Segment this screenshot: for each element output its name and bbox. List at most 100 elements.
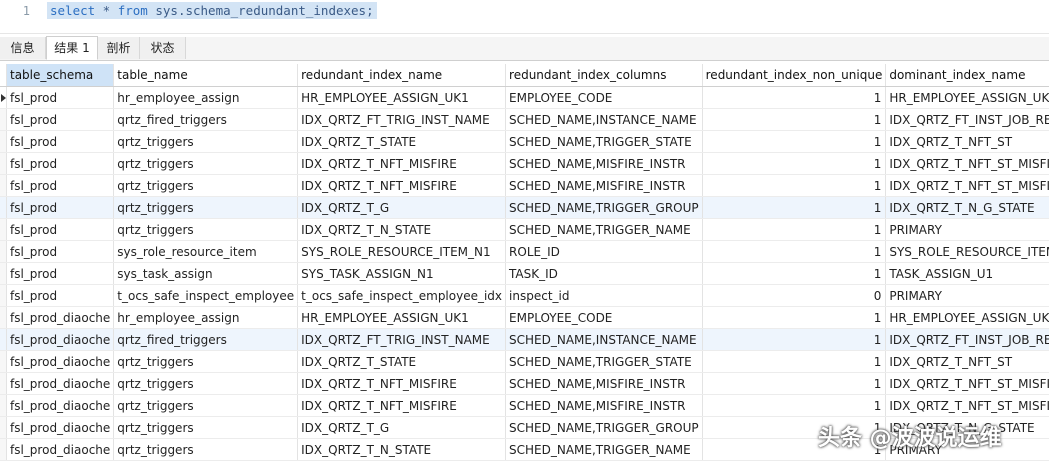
table-row[interactable]: fsl_prod qrtz_triggers IDX_QRTZ_T_NFT_MISF…	[0, 152, 1049, 175]
cell-redundant-index-columns[interactable]: ROLE_ID	[505, 240, 703, 263]
cell-redundant-index-non-unique[interactable]: 1	[702, 372, 887, 395]
cell-table-schema[interactable]: fsl_prod	[6, 108, 115, 131]
tab-result-1[interactable]: 结果 1	[46, 36, 98, 60]
cell-redundant-index-non-unique[interactable]: 1	[702, 262, 887, 285]
cell-redundant-index-non-unique[interactable]: 1	[702, 306, 887, 329]
cell-redundant-index-columns[interactable]: SCHED_NAME,TRIGGER_GROUP	[505, 196, 703, 219]
cell-redundant-index-non-unique[interactable]: 1	[702, 218, 887, 241]
cell-dominant-index-name[interactable]: IDX_QRTZ_FT_INST_JOB_REQ_RCVRY	[885, 328, 1049, 351]
cell-dominant-index-name[interactable]: HR_EMPLOYEE_ASSIGN_UK2	[885, 306, 1049, 329]
cell-table-name[interactable]: qrtz_triggers	[113, 196, 299, 219]
table-row[interactable]: fsl_prod_diaoche hr_employee_assign HR_EMP…	[0, 306, 1049, 329]
table-row[interactable]: fsl_prod sys_role_resource_item SYS_ROLE_R…	[0, 240, 1049, 263]
cell-redundant-index-columns[interactable]: SCHED_NAME,MISFIRE_INSTR	[505, 394, 703, 417]
table-row[interactable]: fsl_prod_diaoche qrtz_triggers IDX_QRTZ_T_…	[0, 350, 1049, 373]
cell-redundant-index-columns[interactable]: SCHED_NAME,TRIGGER_STATE	[505, 130, 703, 153]
cell-table-schema[interactable]: fsl_prod	[6, 152, 115, 175]
cell-redundant-index-columns[interactable]: SCHED_NAME,TRIGGER_NAME	[505, 218, 703, 241]
cell-table-name[interactable]: t_ocs_safe_inspect_employee	[113, 284, 299, 307]
cell-table-schema[interactable]: fsl_prod_diaoche	[6, 350, 115, 373]
cell-redundant-index-name[interactable]: IDX_QRTZ_T_NFT_MISFIRE	[297, 372, 507, 395]
cell-table-name[interactable]: qrtz_triggers	[113, 438, 299, 461]
cell-table-schema[interactable]: fsl_prod	[6, 240, 115, 263]
cell-table-schema[interactable]: fsl_prod	[6, 130, 115, 153]
cell-redundant-index-columns[interactable]: TASK_ID	[505, 262, 703, 285]
cell-redundant-index-name[interactable]: IDX_QRTZ_T_NFT_MISFIRE	[297, 394, 507, 417]
cell-redundant-index-non-unique[interactable]: 1	[702, 350, 887, 373]
cell-redundant-index-columns[interactable]: SCHED_NAME,TRIGGER_STATE	[505, 350, 703, 373]
column-header-table-schema[interactable]: table_schema	[6, 64, 115, 87]
column-header-redundant-index-non-unique[interactable]: redundant_index_non_unique	[702, 64, 887, 87]
cell-table-schema[interactable]: fsl_prod	[6, 174, 115, 197]
cell-table-name[interactable]: qrtz_fired_triggers	[113, 108, 299, 131]
cell-redundant-index-name[interactable]: HR_EMPLOYEE_ASSIGN_UK1	[297, 306, 507, 329]
tab-info[interactable]: 信息	[0, 37, 46, 59]
cell-table-schema[interactable]: fsl_prod_diaoche	[6, 416, 115, 439]
table-row[interactable]: fsl_prod qrtz_triggers IDX_QRTZ_T_NFT_MISF…	[0, 174, 1049, 197]
table-row[interactable]: fsl_prod hr_employee_assign HR_EMPLOYEE_AS…	[0, 86, 1049, 109]
cell-redundant-index-name[interactable]: IDX_QRTZ_T_N_STATE	[297, 438, 507, 461]
tab-status[interactable]: 状态	[140, 37, 186, 59]
cell-redundant-index-non-unique[interactable]: 1	[702, 328, 887, 351]
cell-redundant-index-name[interactable]: IDX_QRTZ_T_STATE	[297, 130, 507, 153]
cell-redundant-index-non-unique[interactable]: 1	[702, 86, 887, 109]
cell-redundant-index-columns[interactable]: SCHED_NAME,MISFIRE_INSTR	[505, 152, 703, 175]
cell-redundant-index-name[interactable]: IDX_QRTZ_T_NFT_MISFIRE	[297, 174, 507, 197]
cell-redundant-index-name[interactable]: t_ocs_safe_inspect_employee_idx	[297, 284, 507, 307]
cell-dominant-index-name[interactable]: IDX_QRTZ_T_NFT_ST_MISFIRE	[885, 372, 1049, 395]
cell-table-name[interactable]: qrtz_triggers	[113, 130, 299, 153]
cell-redundant-index-columns[interactable]: EMPLOYEE_CODE	[505, 306, 703, 329]
cell-table-schema[interactable]: fsl_prod_diaoche	[6, 394, 115, 417]
cell-table-schema[interactable]: fsl_prod	[6, 86, 115, 109]
cell-table-name[interactable]: sys_role_resource_item	[113, 240, 299, 263]
column-header-redundant-index-name[interactable]: redundant_index_name	[297, 64, 507, 87]
cell-redundant-index-non-unique[interactable]: 1	[702, 196, 887, 219]
tab-profile[interactable]: 剖析	[98, 37, 140, 59]
table-row[interactable]: fsl_prod qrtz_triggers IDX_QRTZ_T_N_STATE S…	[0, 218, 1049, 241]
cell-dominant-index-name[interactable]: PRIMARY	[885, 218, 1049, 241]
cell-redundant-index-columns[interactable]: SCHED_NAME,TRIGGER_NAME	[505, 438, 703, 461]
result-grid[interactable]: table_schema table_name redundant_index_na…	[0, 64, 1049, 467]
cell-redundant-index-name[interactable]: IDX_QRTZ_T_G	[297, 416, 507, 439]
cell-dominant-index-name[interactable]: IDX_QRTZ_T_NFT_ST_MISFIRE_GRP	[885, 394, 1049, 417]
cell-dominant-index-name[interactable]: IDX_QRTZ_T_N_G_STATE	[885, 196, 1049, 219]
table-row[interactable]: fsl_prod qrtz_triggers IDX_QRTZ_T_STATE SCH…	[0, 130, 1049, 153]
cell-table-schema[interactable]: fsl_prod_diaoche	[6, 306, 115, 329]
cell-redundant-index-name[interactable]: IDX_QRTZ_FT_TRIG_INST_NAME	[297, 108, 507, 131]
cell-table-name[interactable]: qrtz_triggers	[113, 350, 299, 373]
cell-dominant-index-name[interactable]: IDX_QRTZ_T_NFT_ST_MISFIRE	[885, 152, 1049, 175]
cell-table-schema[interactable]: fsl_prod	[6, 218, 115, 241]
cell-redundant-index-columns[interactable]: SCHED_NAME,INSTANCE_NAME	[505, 328, 703, 351]
cell-dominant-index-name[interactable]: PRIMARY	[885, 284, 1049, 307]
cell-redundant-index-name[interactable]: IDX_QRTZ_T_NFT_MISFIRE	[297, 152, 507, 175]
table-row[interactable]: fsl_prod qrtz_triggers IDX_QRTZ_T_G SCHED_N…	[0, 196, 1049, 219]
cell-redundant-index-non-unique[interactable]: 1	[702, 130, 887, 153]
table-row[interactable]: fsl_prod_diaoche qrtz_triggers IDX_QRTZ_T_…	[0, 394, 1049, 417]
cell-redundant-index-name[interactable]: SYS_TASK_ASSIGN_N1	[297, 262, 507, 285]
column-header-redundant-index-columns[interactable]: redundant_index_columns	[505, 64, 703, 87]
cell-redundant-index-non-unique[interactable]: 1	[702, 152, 887, 175]
table-row[interactable]: fsl_prod t_ocs_safe_inspect_employee t_ocs…	[0, 284, 1049, 307]
cell-dominant-index-name[interactable]: IDX_QRTZ_T_NFT_ST	[885, 350, 1049, 373]
cell-table-name[interactable]: qrtz_fired_triggers	[113, 328, 299, 351]
cell-dominant-index-name[interactable]: IDX_QRTZ_T_NFT_ST_MISFIRE_GRP	[885, 174, 1049, 197]
cell-redundant-index-name[interactable]: IDX_QRTZ_T_N_STATE	[297, 218, 507, 241]
column-header-table-name[interactable]: table_name	[113, 64, 299, 87]
table-row[interactable]: fsl_prod sys_task_assign SYS_TASK_ASSIGN_N…	[0, 262, 1049, 285]
cell-dominant-index-name[interactable]: IDX_QRTZ_FT_INST_JOB_REQ_RCVRY	[885, 108, 1049, 131]
cell-dominant-index-name[interactable]: IDX_QRTZ_T_NFT_ST	[885, 130, 1049, 153]
cell-redundant-index-name[interactable]: SYS_ROLE_RESOURCE_ITEM_N1	[297, 240, 507, 263]
cell-table-name[interactable]: qrtz_triggers	[113, 218, 299, 241]
cell-redundant-index-columns[interactable]: SCHED_NAME,INSTANCE_NAME	[505, 108, 703, 131]
cell-table-schema[interactable]: fsl_prod	[6, 196, 115, 219]
cell-redundant-index-name[interactable]: IDX_QRTZ_T_STATE	[297, 350, 507, 373]
cell-table-name[interactable]: qrtz_triggers	[113, 152, 299, 175]
cell-redundant-index-columns[interactable]: SCHED_NAME,MISFIRE_INSTR	[505, 174, 703, 197]
sql-query-line[interactable]: select * from sys.schema_redundant_index…	[47, 2, 377, 19]
cell-redundant-index-non-unique[interactable]: 0	[702, 284, 887, 307]
cell-redundant-index-columns[interactable]: SCHED_NAME,MISFIRE_INSTR	[505, 372, 703, 395]
column-header-dominant-index-name[interactable]: dominant_index_name	[885, 64, 1049, 87]
cell-redundant-index-name[interactable]: IDX_QRTZ_FT_TRIG_INST_NAME	[297, 328, 507, 351]
cell-redundant-index-columns[interactable]: EMPLOYEE_CODE	[505, 86, 703, 109]
cell-table-name[interactable]: hr_employee_assign	[113, 306, 299, 329]
